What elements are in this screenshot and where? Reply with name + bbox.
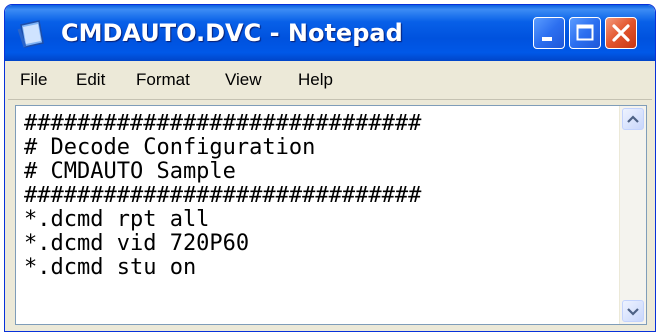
scroll-down-button[interactable] — [622, 300, 644, 322]
menu-help[interactable]: Help — [298, 61, 333, 99]
window-title: CMDAUTO.DVC - Notepad — [61, 19, 403, 47]
text-editor[interactable]: ############################## # Decode C… — [15, 105, 647, 325]
minimize-button[interactable] — [533, 17, 565, 49]
vertical-scrollbar[interactable] — [619, 106, 646, 324]
minimize-icon — [542, 37, 552, 41]
editor-line: # Decode Configuration — [24, 135, 316, 160]
editor-line: *.dcmd vid 720P60 — [24, 231, 250, 256]
menu-file[interactable]: File — [20, 61, 47, 99]
menu-format[interactable]: Format — [136, 61, 190, 99]
menu-edit[interactable]: Edit — [76, 61, 105, 99]
editor-text[interactable]: ############################## # Decode C… — [24, 112, 421, 280]
maximize-icon — [576, 24, 594, 41]
chevron-up-icon — [627, 115, 639, 123]
menu-view[interactable]: View — [225, 61, 262, 99]
title-bar[interactable]: CMDAUTO.DVC - Notepad — [5, 5, 655, 61]
editor-line: ############################## — [24, 183, 422, 208]
chevron-down-icon — [627, 308, 639, 316]
notepad-window: CMDAUTO.DVC - Notepad File Edit Format V… — [4, 4, 656, 332]
editor-line: # CMDAUTO Sample — [24, 159, 236, 184]
editor-line: *.dcmd stu on — [24, 255, 197, 280]
close-icon — [612, 24, 630, 42]
notepad-icon — [17, 20, 44, 48]
scroll-up-button[interactable] — [622, 108, 644, 130]
editor-line: ############################## — [24, 111, 422, 136]
menu-bar: File Edit Format View Help — [8, 61, 652, 100]
close-button[interactable] — [605, 17, 637, 49]
editor-line: *.dcmd rpt all — [24, 207, 210, 232]
maximize-button[interactable] — [569, 17, 601, 49]
